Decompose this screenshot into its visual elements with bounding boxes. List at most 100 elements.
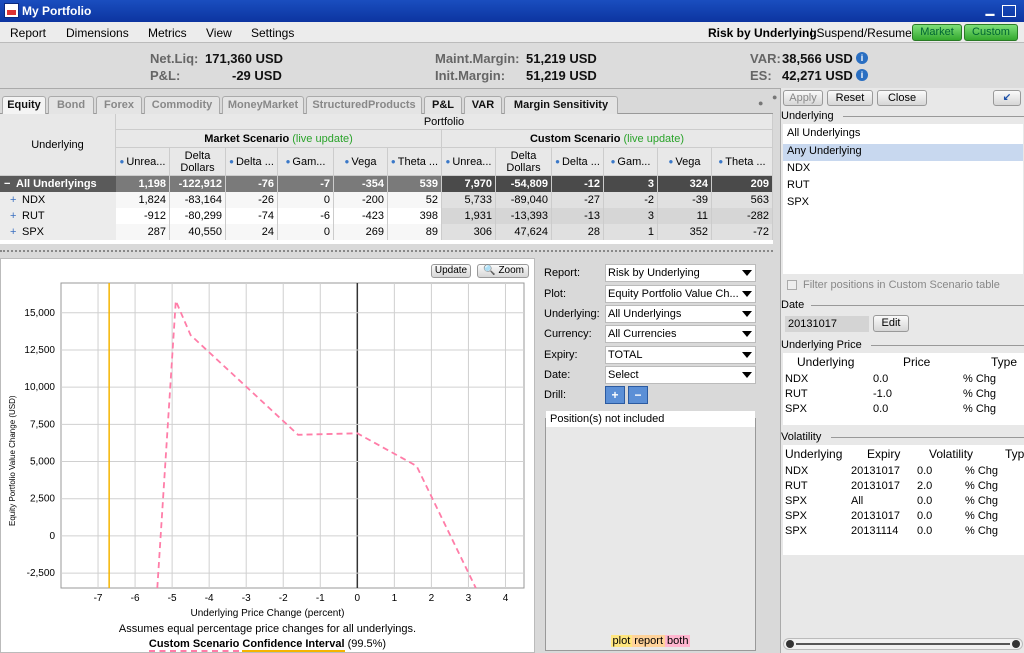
column-header[interactable]: ● Delta ... bbox=[552, 148, 604, 176]
table-row[interactable]: − All Underlyings 1,198 -122,912 -76 -7 -354 53… bbox=[0, 176, 773, 192]
currency-select[interactable]: All Currencies bbox=[605, 325, 756, 343]
horizontal-scrollbar[interactable] bbox=[783, 638, 1023, 650]
collapse-handle-icon[interactable]: ● bbox=[772, 92, 777, 102]
tab-commodity[interactable]: Commodity bbox=[144, 96, 220, 114]
collapse-icon[interactable]: − bbox=[4, 176, 14, 192]
sort-dot-icon: ● bbox=[445, 156, 451, 166]
date-field[interactable]: 20131017 bbox=[785, 316, 869, 332]
vol-header-type: Typ bbox=[1005, 447, 1024, 461]
tab-moneymarket[interactable]: MoneyMarket bbox=[222, 96, 304, 114]
custom-button[interactable]: Custom bbox=[964, 24, 1018, 41]
column-header[interactable]: Delta Dollars bbox=[496, 148, 552, 176]
report-select[interactable]: Risk by Underlying bbox=[605, 264, 756, 282]
column-header[interactable]: ● Vega bbox=[658, 148, 712, 176]
table-cell: 89 bbox=[388, 224, 442, 240]
underlying-select[interactable]: All Underlyings bbox=[605, 305, 756, 323]
menu-dimensions[interactable]: Dimensions bbox=[66, 26, 129, 40]
expand-icon[interactable]: + bbox=[10, 192, 20, 208]
drill-down-icon[interactable]: + bbox=[605, 386, 625, 404]
column-header[interactable]: ● Theta ... bbox=[712, 148, 773, 176]
tab-bond[interactable]: Bond bbox=[48, 96, 94, 114]
collapse-handle-icon[interactable]: ● bbox=[758, 98, 763, 108]
column-header[interactable]: ● Theta ... bbox=[388, 148, 442, 176]
tab-margin-sensitivity[interactable]: Margin Sensitivity bbox=[504, 96, 618, 114]
menu-view[interactable]: View bbox=[206, 26, 232, 40]
expand-icon[interactable]: + bbox=[10, 208, 20, 224]
scroll-right-icon[interactable] bbox=[1012, 640, 1020, 648]
column-header[interactable]: ● Unrea... bbox=[116, 148, 170, 176]
column-header[interactable]: ● Gam... bbox=[278, 148, 334, 176]
y-axis-label: Equity Portfolio Value Change (USD) bbox=[8, 395, 17, 526]
price-cell[interactable]: 0.0 bbox=[873, 373, 888, 385]
expiry-select[interactable]: TOTAL bbox=[605, 346, 756, 364]
y-tick-label: 5,000 bbox=[30, 457, 55, 468]
window-title: My Portfolio bbox=[22, 4, 92, 18]
y-tick-label: 2,500 bbox=[30, 494, 55, 505]
underlying-header[interactable]: Underlying bbox=[0, 114, 116, 176]
vol-cell[interactable]: 2.0 bbox=[917, 480, 932, 492]
price-header-price: Price bbox=[903, 355, 931, 369]
column-header[interactable]: ● Vega bbox=[334, 148, 388, 176]
vol-cell: NDX bbox=[785, 465, 809, 477]
underlying-section-title: Underlying bbox=[781, 110, 834, 122]
scroll-left-icon[interactable] bbox=[786, 640, 794, 648]
section-divider bbox=[811, 305, 1024, 306]
table-cell: 287 bbox=[116, 224, 170, 240]
tab-equity[interactable]: Equity bbox=[2, 96, 46, 114]
vol-cell[interactable]: 0.0 bbox=[917, 495, 932, 507]
list-item-spx[interactable]: SPX bbox=[787, 196, 809, 208]
reset-button[interactable]: Reset bbox=[827, 90, 873, 106]
pane-splitter[interactable] bbox=[0, 250, 773, 255]
price-cell[interactable]: -1.0 bbox=[873, 388, 892, 400]
expand-icon[interactable]: + bbox=[10, 224, 20, 240]
price-cell[interactable]: 0.0 bbox=[873, 403, 888, 415]
tab-pnl[interactable]: P&L bbox=[424, 96, 462, 114]
column-header[interactable]: ● Delta ... bbox=[226, 148, 278, 176]
column-header[interactable]: ● Gam... bbox=[604, 148, 658, 176]
menu-report[interactable]: Report bbox=[10, 26, 46, 40]
list-item-rut[interactable]: RUT bbox=[787, 179, 810, 191]
minimize-icon[interactable]: ▁ bbox=[982, 3, 998, 18]
drill-up-icon[interactable]: − bbox=[628, 386, 648, 404]
menu-metrics[interactable]: Metrics bbox=[148, 26, 187, 40]
column-header-label: Theta ... bbox=[725, 155, 766, 168]
market-button[interactable]: Market bbox=[912, 24, 962, 41]
edit-date-button[interactable]: Edit bbox=[873, 315, 909, 332]
es-info-icon[interactable]: i bbox=[856, 69, 868, 81]
plot-select[interactable]: Equity Portfolio Value Ch... bbox=[605, 285, 756, 303]
list-item-all-underlyings[interactable]: All Underlyings bbox=[787, 127, 860, 139]
filter-checkbox[interactable] bbox=[787, 280, 797, 290]
tab-forex[interactable]: Forex bbox=[96, 96, 142, 114]
apply-button[interactable]: Apply bbox=[783, 90, 823, 106]
tab-structuredproducts[interactable]: StructuredProducts bbox=[306, 96, 422, 114]
table-row[interactable]: + NDX 1,824 -83,164 -26 0 -200 52 5,733 -89,040 -2… bbox=[0, 192, 773, 208]
maximize-icon[interactable] bbox=[1002, 5, 1016, 17]
pnl-value: -29 USD bbox=[232, 68, 282, 83]
vol-section-title: Volatility bbox=[781, 431, 822, 443]
es-value: 42,271 USD bbox=[782, 68, 853, 83]
list-item-ndx[interactable]: NDX bbox=[787, 162, 810, 174]
column-header[interactable]: ● Unrea... bbox=[442, 148, 496, 176]
price-section-title: Underlying Price bbox=[781, 339, 862, 351]
legend-report: report bbox=[632, 635, 666, 647]
date-select[interactable]: Select bbox=[605, 366, 756, 384]
menu-settings[interactable]: Settings bbox=[251, 26, 294, 40]
scroll-track bbox=[796, 643, 1010, 645]
app-icon bbox=[4, 3, 19, 18]
close-button[interactable]: Close bbox=[877, 90, 927, 106]
vol-cell[interactable]: 0.0 bbox=[917, 465, 932, 477]
table-row[interactable]: + SPX 287 40,550 24 0 269 89 306 47,624 28 1 352 -72 bbox=[0, 224, 773, 240]
list-item-any-underlying[interactable]: Any Underlying bbox=[787, 145, 862, 157]
table-cell: 0 bbox=[278, 224, 334, 240]
vol-cell[interactable]: 0.0 bbox=[917, 510, 932, 522]
table-row[interactable]: + RUT -912 -80,299 -74 -6 -423 398 1,931 -13,393-… bbox=[0, 208, 773, 224]
column-header[interactable]: Delta Dollars bbox=[170, 148, 226, 176]
vol-cell[interactable]: 0.0 bbox=[917, 525, 932, 537]
table-cell: 1,198 bbox=[116, 176, 170, 192]
x-tick-label: 1 bbox=[392, 593, 398, 604]
var-info-icon[interactable]: i bbox=[856, 52, 868, 64]
tab-var[interactable]: VAR bbox=[464, 96, 502, 114]
detach-arrow-icon[interactable]: ↙ bbox=[993, 90, 1021, 106]
suspend-resume-link[interactable]: | Suspend/Resume bbox=[810, 26, 912, 40]
vol-cell: 20131017 bbox=[851, 510, 900, 522]
